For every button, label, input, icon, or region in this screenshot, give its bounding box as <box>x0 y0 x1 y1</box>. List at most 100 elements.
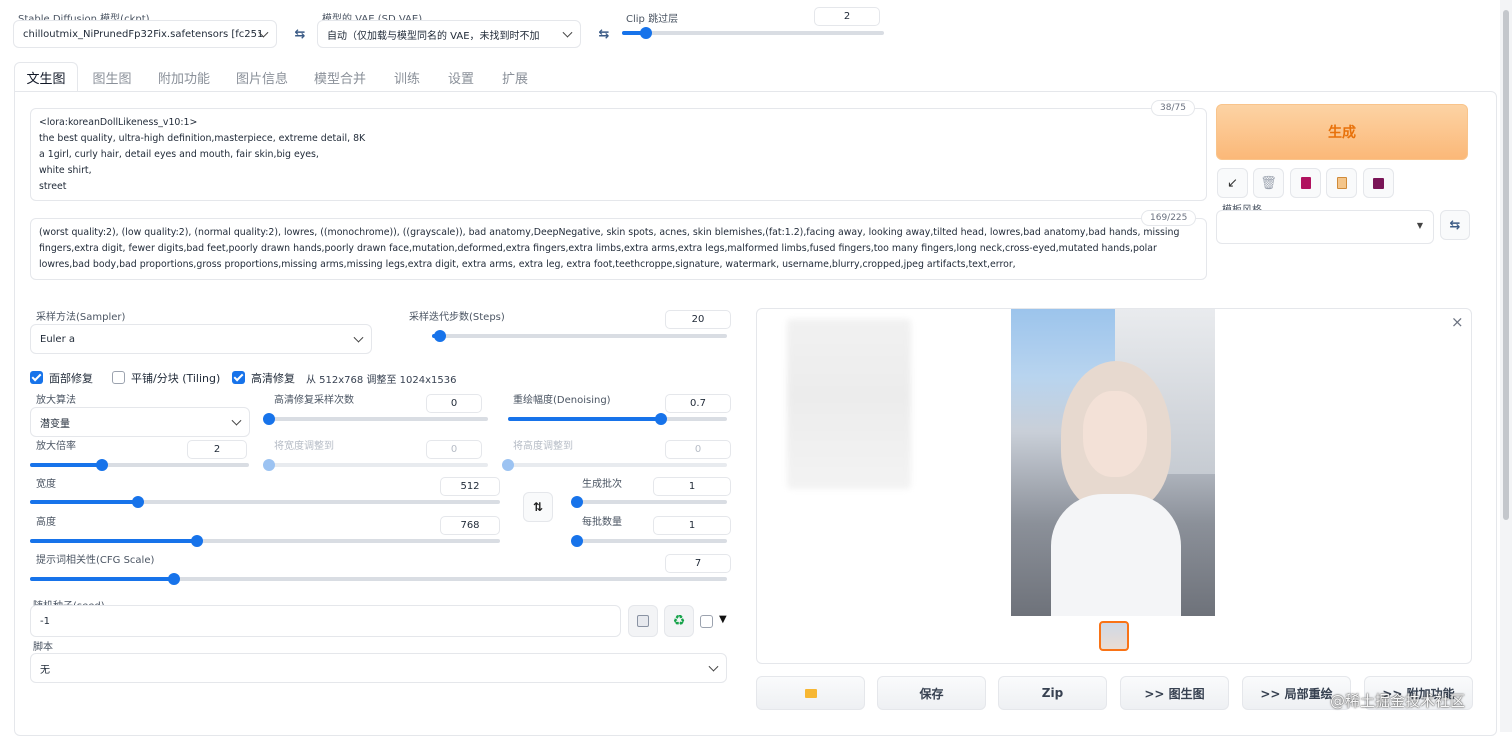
dice-icon[interactable] <box>628 605 658 637</box>
chevron-down-icon <box>231 415 242 426</box>
tab-merge[interactable]: 模型合并 <box>306 62 374 92</box>
tab-extras[interactable]: 附加功能 <box>150 62 218 92</box>
hires-info: 从 512x768 调整至 1024x1536 <box>306 375 457 386</box>
cfg-number-input[interactable]: 7 <box>665 554 731 573</box>
upscaler-value: 潜变量 <box>40 418 70 430</box>
vae-select[interactable]: 自动（仅加载与模型同名的 VAE，未找到时不加 <box>317 20 581 48</box>
script-label: 脚本 <box>33 642 53 653</box>
negative-token-counter: 169/225 <box>1141 210 1197 226</box>
cfg-label: 提示词相关性(CFG Scale) <box>36 555 155 566</box>
generate-button[interactable]: 生成 <box>1216 104 1468 160</box>
width-label: 宽度 <box>36 479 56 490</box>
chevron-down-icon <box>353 332 364 343</box>
steps-number-input[interactable]: 20 <box>665 310 731 329</box>
gallery-thumbnail[interactable] <box>1099 621 1129 651</box>
ckpt-value: chilloutmix_NiPrunedFp32Fix.safetensors … <box>23 28 264 40</box>
hires-steps-label: 高清修复采样次数 <box>274 395 354 406</box>
arrow-icon[interactable]: ↙ <box>1217 168 1248 198</box>
shirt-shape <box>1051 494 1181 616</box>
watermark: @稀土掘金技术社区 <box>1330 692 1466 710</box>
close-icon[interactable]: × <box>1451 313 1464 331</box>
denoise-number-input[interactable]: 0.7 <box>665 394 731 413</box>
sampler-label: 采样方法(Sampler) <box>36 312 126 323</box>
positive-token-counter: 38/75 <box>1151 100 1195 116</box>
face-restore-checkbox[interactable] <box>30 371 43 384</box>
face-shape <box>1083 391 1147 477</box>
extra-seed-checkbox[interactable] <box>700 615 713 628</box>
width-number-input[interactable]: 512 <box>440 477 500 496</box>
scrollbar-thumb[interactable] <box>1503 10 1509 520</box>
tab-txt2img[interactable]: 文生图 <box>14 62 78 92</box>
upscale-by-label: 放大倍率 <box>36 441 76 452</box>
tab-train[interactable]: 训练 <box>386 62 428 92</box>
recycle-icon[interactable]: ♻ <box>664 605 694 637</box>
resize-height-slider[interactable] <box>502 458 727 472</box>
face-restore-label: 面部修复 <box>49 372 93 385</box>
hires-label: 高清修复 <box>251 372 295 385</box>
tiling-label: 平铺/分块 (Tiling) <box>131 372 221 385</box>
height-number-input[interactable]: 768 <box>440 516 500 535</box>
tab-png-info[interactable]: 图片信息 <box>228 62 296 92</box>
clipboard-icon[interactable] <box>1326 168 1357 198</box>
hires-steps-slider[interactable] <box>263 412 488 426</box>
batch-size-slider[interactable] <box>571 534 727 548</box>
sampler-value: Euler a <box>40 333 76 345</box>
hires-steps-number-input[interactable]: 0 <box>426 394 482 413</box>
batch-count-slider[interactable] <box>571 495 727 509</box>
scrollbar[interactable] <box>1500 0 1512 732</box>
upscaler-select[interactable]: 潜变量 <box>30 407 250 437</box>
caret-down-icon[interactable]: ▼ <box>719 614 727 625</box>
generated-image[interactable] <box>1011 309 1215 616</box>
caret-down-icon: ▼ <box>1416 221 1423 230</box>
resize-height-number-input[interactable]: 0 <box>665 440 731 459</box>
resize-width-slider[interactable] <box>263 458 488 472</box>
swap-dimensions-icon[interactable]: ⇅ <box>523 492 553 522</box>
sampler-select[interactable]: Euler a <box>30 324 372 354</box>
height-label: 高度 <box>36 517 56 528</box>
apply-style-icon[interactable]: ⇆ <box>1440 210 1470 240</box>
tab-img2img[interactable]: 图生图 <box>82 62 142 92</box>
steps-label: 采样迭代步数(Steps) <box>409 312 505 323</box>
upscale-by-slider[interactable] <box>30 458 249 472</box>
upscale-by-number-input[interactable]: 2 <box>187 440 247 459</box>
batch-size-number-input[interactable]: 1 <box>653 516 731 535</box>
height-slider[interactable] <box>30 534 500 548</box>
batch-count-number-input[interactable]: 1 <box>653 477 731 496</box>
save-icon[interactable] <box>1363 168 1394 198</box>
script-value: 无 <box>40 664 50 676</box>
clip-number-input[interactable]: 2 <box>814 7 880 26</box>
refresh-vae-icon[interactable]: ⇆ <box>594 25 614 43</box>
zip-button[interactable]: Zip <box>998 676 1107 710</box>
save-button[interactable]: 保存 <box>877 676 986 710</box>
chevron-down-icon <box>708 661 719 672</box>
cfg-slider[interactable] <box>30 572 727 586</box>
resize-width-number-input[interactable]: 0 <box>426 440 482 459</box>
tab-settings[interactable]: 设置 <box>440 62 482 92</box>
seed-input[interactable]: -1 <box>30 605 621 637</box>
vae-value: 自动（仅加载与模型同名的 VAE，未找到时不加 <box>327 30 540 42</box>
refresh-ckpt-icon[interactable]: ⇆ <box>290 25 310 43</box>
open-folder-button[interactable] <box>756 676 865 710</box>
ckpt-select[interactable]: chilloutmix_NiPrunedFp32Fix.safetensors … <box>13 20 277 48</box>
blurred-preview-image <box>787 319 911 489</box>
batch-count-label: 生成批次 <box>582 479 622 490</box>
positive-prompt-textarea[interactable]: <lora:koreanDollLikeness_v10:1> the best… <box>30 108 1207 201</box>
trash-icon[interactable]: 🗑 <box>1253 168 1284 198</box>
negative-prompt-textarea[interactable]: (worst quality:2), (low quality:2), (nor… <box>30 218 1207 280</box>
send-to-img2img-button[interactable]: >> 图生图 <box>1120 676 1229 710</box>
batch-size-label: 每批数量 <box>582 517 622 528</box>
width-slider[interactable] <box>30 495 500 509</box>
tiling-checkbox[interactable] <box>112 371 125 384</box>
hires-checkbox[interactable] <box>232 371 245 384</box>
clip-slider[interactable] <box>622 26 884 40</box>
resize-width-label: 将宽度调整到 <box>274 441 334 452</box>
output-gallery: × <box>756 308 1472 664</box>
book-icon[interactable] <box>1290 168 1321 198</box>
style-select[interactable]: ▼ <box>1216 210 1434 244</box>
seed-value: -1 <box>40 615 50 627</box>
denoise-slider[interactable] <box>508 412 727 426</box>
resize-height-label: 将高度调整到 <box>513 441 573 452</box>
script-select[interactable]: 无 <box>30 653 727 683</box>
steps-slider[interactable] <box>432 329 727 343</box>
tab-extensions[interactable]: 扩展 <box>494 62 536 92</box>
